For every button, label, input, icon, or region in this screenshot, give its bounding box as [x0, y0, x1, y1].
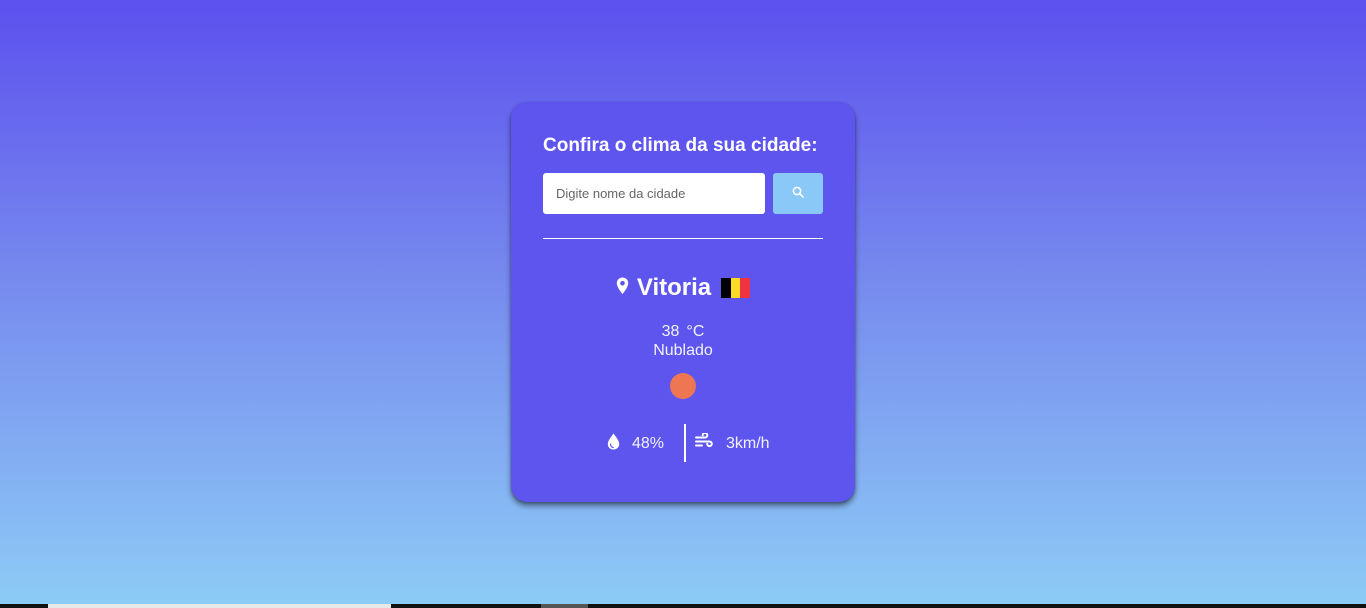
- temperature-value: 38: [661, 323, 680, 340]
- wind-value: 3km/h: [726, 434, 770, 452]
- weather-description: Nublado: [653, 342, 713, 359]
- humidity-value: 48%: [632, 435, 665, 452]
- droplet-icon: [607, 433, 620, 455]
- weather-card: Confira o clima da sua cidade: Vitoria 3…: [511, 102, 855, 502]
- divider: [543, 238, 823, 239]
- weather-details: 48% 3km/h: [511, 424, 855, 462]
- search-icon: [792, 186, 804, 201]
- city-name: Vitoria: [636, 274, 712, 301]
- wind-info: 3km/h: [695, 431, 770, 454]
- weather-condition-icon: [670, 373, 696, 399]
- humidity-info: 48%: [607, 433, 664, 455]
- temperature: 38 °C: [511, 323, 855, 341]
- map-pin-icon: [616, 277, 629, 300]
- details-separator: [684, 424, 686, 462]
- card-title: Confira o clima da sua cidade:: [543, 135, 818, 156]
- wind-icon: [695, 431, 713, 454]
- scrollbar-thumb[interactable]: [48, 604, 391, 608]
- belgium-flag-icon: [721, 278, 751, 298]
- location-row: Vitoria: [511, 274, 855, 302]
- scrollbar-segment: [541, 604, 588, 608]
- search-button[interactable]: [773, 173, 823, 214]
- city-search-input[interactable]: [543, 173, 765, 214]
- temperature-unit: °C: [686, 323, 705, 340]
- horizontal-scrollbar[interactable]: [0, 604, 1366, 608]
